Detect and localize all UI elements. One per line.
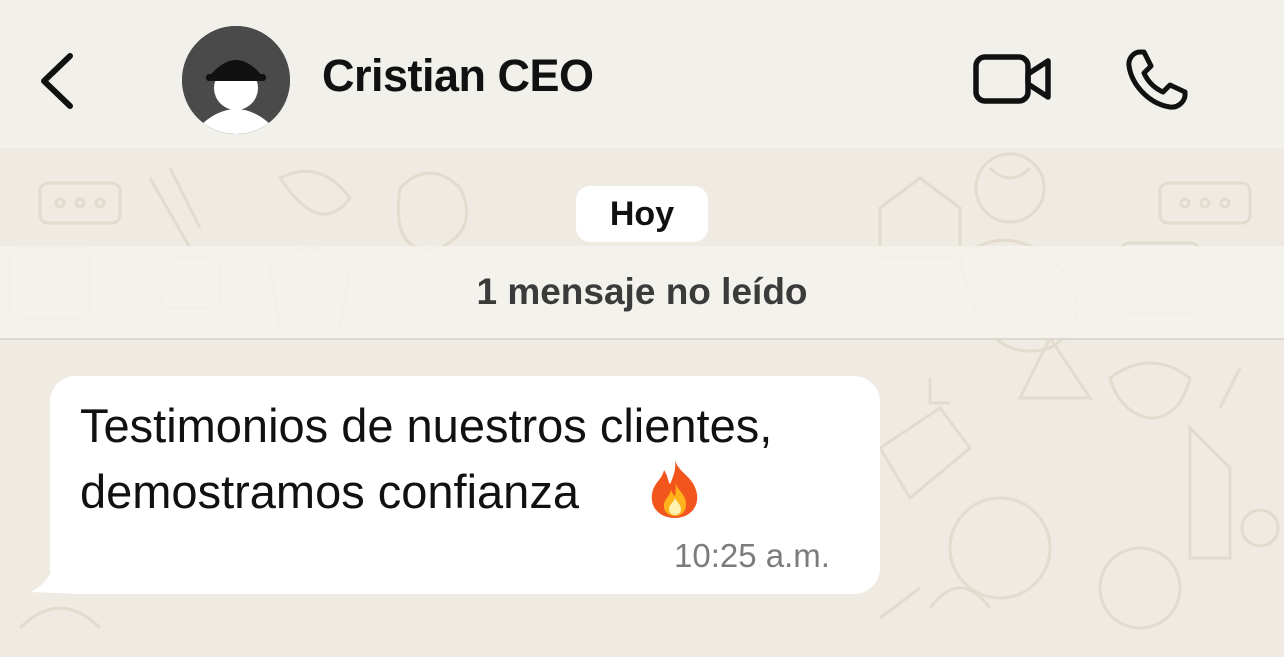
avatar[interactable]	[182, 26, 290, 134]
person-with-cap-avatar	[182, 26, 290, 134]
message-text-line: demostramos confianza	[80, 465, 579, 518]
message-timestamp: 10:25 a.m.	[674, 537, 830, 574]
unread-notice: 1 mensaje no leído	[476, 271, 808, 312]
chevron-left-icon	[41, 53, 73, 109]
voice-call-button[interactable]	[1124, 46, 1192, 112]
fire-icon	[651, 460, 698, 518]
date-separator: Hoy	[576, 186, 708, 242]
video-call-button[interactable]	[970, 50, 1056, 108]
contact-name[interactable]: Cristian CEO	[322, 50, 594, 102]
video-camera-icon	[973, 54, 1051, 104]
back-button[interactable]	[34, 48, 82, 114]
message-text-line: Testimonios de nuestros clientes,	[80, 399, 773, 452]
phone-icon	[1126, 49, 1188, 110]
